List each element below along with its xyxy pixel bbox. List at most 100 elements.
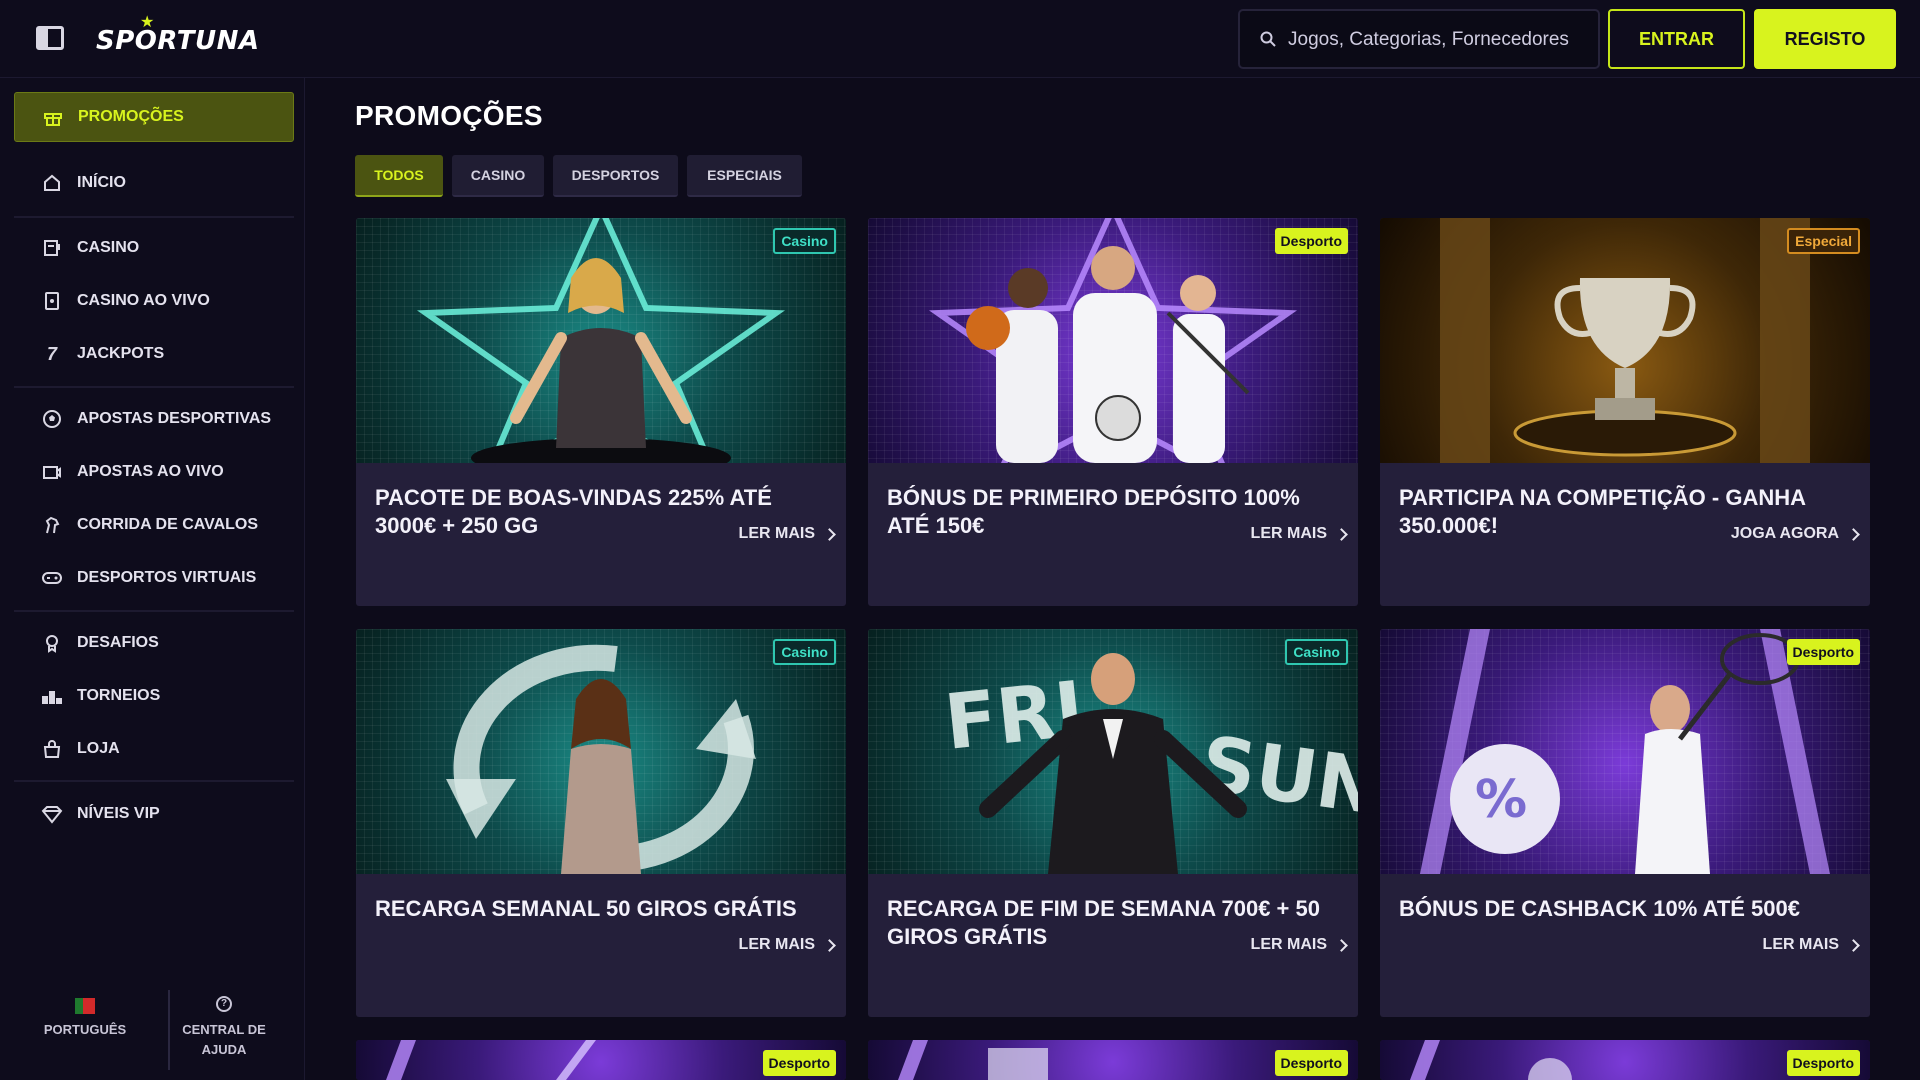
promo-image: % [1380, 629, 1870, 874]
read-more-link[interactable]: LER MAIS [738, 936, 836, 954]
sidebar-item-torneios[interactable]: TORNEIOS [14, 671, 294, 721]
sidebar-item-label: LOJA [77, 740, 120, 757]
shop-icon [40, 737, 64, 761]
play-now-link[interactable]: JOGA AGORA [1730, 525, 1860, 543]
chevron-right-icon [1335, 938, 1348, 952]
page-title: PROMOÇÕES [355, 100, 543, 131]
category-badge: Casino [773, 228, 836, 254]
sidebar-item-apostas-desportivas[interactable]: APOSTAS DESPORTIVAS [14, 394, 294, 444]
chevron-right-icon [823, 938, 836, 952]
promo-image: FRI SUN [868, 629, 1358, 874]
top-header: ★ SPORTUNA Jogos, Categorias, Fornecedor… [0, 0, 1920, 78]
promo-title: RECARGA SEMANAL 50 GIROS GRÁTIS [375, 896, 797, 921]
sidebar-item-apostas-ao-vivo[interactable]: APOSTAS AO VIVO [14, 447, 294, 497]
cta-label: JOGA AGORA [1730, 525, 1839, 542]
search-icon [1260, 31, 1276, 47]
sidebar: PROMOÇÕES INÍCIO CASINO CASINO AO VIVO 7… [0, 78, 305, 1080]
chevron-right-icon [1847, 527, 1860, 541]
language-label: PORTUGUÊS [43, 1022, 127, 1037]
category-badge: Desporto [1274, 228, 1348, 254]
sidebar-item-niveis-vip[interactable]: NÍVEIS VIP [14, 789, 294, 839]
sidebar-item-inicio[interactable]: INÍCIO [14, 158, 294, 208]
live-cards-icon [40, 289, 64, 313]
cta-label: LER MAIS [1762, 936, 1839, 953]
brand-logo[interactable]: ★ SPORTUNA [96, 14, 259, 64]
sidebar-divider [14, 216, 294, 218]
promo-image [356, 218, 846, 463]
read-more-link[interactable]: LER MAIS [1250, 936, 1348, 954]
chevron-right-icon [1847, 938, 1860, 952]
promo-card[interactable]: Especial PARTICIPA NA COMPETIÇÃO - GANHA… [1380, 218, 1870, 606]
sidebar-item-label: INÍCIO [77, 174, 126, 191]
promo-title: BÓNUS DE CASHBACK 10% ATÉ 500€ [1399, 896, 1800, 921]
read-more-link[interactable]: LER MAIS [1250, 525, 1348, 543]
promo-card[interactable]: FRI SUN Casino RECARGA DE FIM DE SEMANA … [868, 629, 1358, 1017]
cta-label: LER MAIS [1250, 936, 1327, 953]
gamepad-icon [40, 566, 64, 590]
live-tv-icon [40, 460, 64, 484]
read-more-link[interactable]: LER MAIS [738, 525, 836, 543]
promo-card[interactable]: Desporto BÓNUS DE PRIMEIRO DEPÓSITO 100%… [868, 218, 1358, 606]
category-badge: Especial [1787, 228, 1860, 254]
sidebar-item-label: PROMOÇÕES [78, 108, 184, 125]
category-badge: Casino [773, 639, 836, 665]
tab-casino[interactable]: CASINO [452, 155, 544, 197]
sidebar-divider [14, 780, 294, 782]
medal-icon [40, 631, 64, 655]
football-icon [40, 407, 64, 431]
cta-label: LER MAIS [738, 936, 815, 953]
category-badge: Casino [1285, 639, 1348, 665]
podium-icon [40, 684, 64, 708]
chevron-right-icon [1335, 527, 1348, 541]
home-icon [40, 171, 64, 195]
diamond-icon [40, 802, 64, 826]
promo-image [1380, 218, 1870, 463]
promo-card[interactable]: Desporto [1380, 1040, 1870, 1080]
logo-text: SPORTUNA [96, 26, 260, 56]
promo-image [356, 629, 846, 874]
sidebar-item-casino-ao-vivo[interactable]: CASINO AO VIVO [14, 276, 294, 326]
promo-card[interactable]: % Desporto BÓNUS DE CASHBACK 10% ATÉ 500… [1380, 629, 1870, 1017]
promo-card[interactable]: Desporto [868, 1040, 1358, 1080]
search-placeholder: Jogos, Categorias, Fornecedores [1288, 29, 1569, 50]
promo-card[interactable]: Casino PACOTE DE BOAS-VINDAS 225% ATÉ 30… [356, 218, 846, 606]
cta-label: LER MAIS [738, 525, 815, 542]
language-selector[interactable]: PORTUGUÊS [30, 998, 140, 1068]
horse-icon [40, 513, 64, 537]
sidebar-item-label: DESAFIOS [77, 634, 159, 651]
tab-especiais[interactable]: ESPECIAIS [687, 155, 802, 197]
help-center-link[interactable]: ? CENTRAL DE AJUDA [168, 990, 278, 1070]
sidebar-item-jackpots[interactable]: 7 JACKPOTS [14, 329, 294, 379]
category-badge: Desporto [1786, 1050, 1860, 1076]
cta-label: LER MAIS [1250, 525, 1327, 542]
question-icon: ? [216, 996, 232, 1012]
sidebar-item-label: NÍVEIS VIP [77, 805, 160, 822]
sidebar-item-loja[interactable]: LOJA [14, 724, 294, 774]
promo-card[interactable]: Casino RECARGA SEMANAL 50 GIROS GRÁTIS L… [356, 629, 846, 1017]
login-button[interactable]: ENTRAR [1608, 9, 1745, 69]
sidebar-item-label: CORRIDA DE CAVALOS [77, 516, 259, 533]
sidebar-item-promocoes[interactable]: PROMOÇÕES [14, 92, 294, 142]
sidebar-item-desafios[interactable]: DESAFIOS [14, 618, 294, 668]
sidebar-item-label: TORNEIOS [77, 687, 161, 704]
sidebar-item-casino[interactable]: CASINO [14, 223, 294, 273]
tab-desportos[interactable]: DESPORTOS [553, 155, 678, 197]
category-badge: Desporto [1786, 639, 1860, 665]
portugal-flag-icon [75, 998, 95, 1014]
sidebar-item-desportos-virtuais[interactable]: DESPORTOS VIRTUAIS [14, 553, 294, 603]
sidebar-item-label: CASINO [77, 239, 140, 256]
search-input[interactable]: Jogos, Categorias, Fornecedores [1238, 9, 1600, 69]
sidebar-divider [14, 386, 294, 388]
read-more-link[interactable]: LER MAIS [1762, 936, 1860, 954]
category-badge: Desporto [762, 1050, 836, 1076]
sidebar-item-label: CASINO AO VIVO [77, 292, 210, 309]
register-button[interactable]: REGISTO [1754, 9, 1896, 69]
promo-card[interactable]: Desporto [356, 1040, 846, 1080]
sidebar-divider [14, 610, 294, 612]
sidebar-item-label: APOSTAS AO VIVO [77, 463, 224, 480]
sidebar-item-corrida-de-cavalos[interactable]: CORRIDA DE CAVALOS [14, 500, 294, 550]
help-label-line2: AJUDA [201, 1042, 247, 1057]
sidebar-item-label: DESPORTOS VIRTUAIS [77, 569, 257, 586]
tab-todos[interactable]: TODOS [355, 155, 443, 197]
sidebar-toggle-icon[interactable] [36, 26, 64, 50]
